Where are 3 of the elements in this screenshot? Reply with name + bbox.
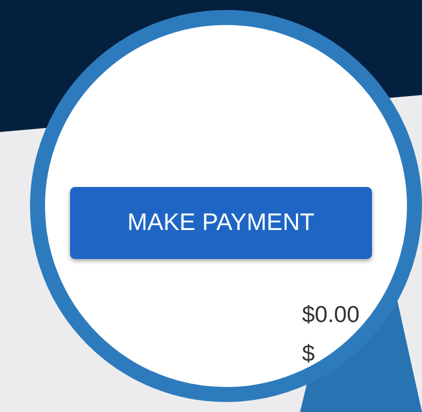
amount-text: $0.00	[302, 301, 360, 328]
amount-text: $	[302, 340, 315, 367]
make-payment-button[interactable]: MAKE PAYMENT	[70, 187, 372, 259]
